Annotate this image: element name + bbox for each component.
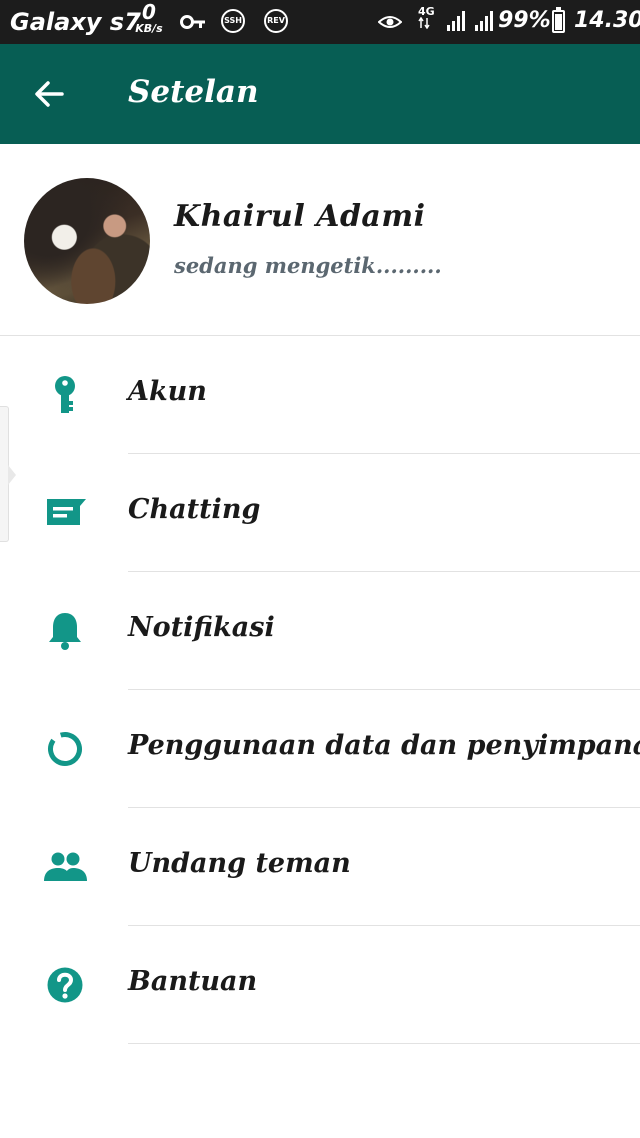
key-icon (55, 376, 75, 413)
back-button[interactable] (22, 72, 78, 118)
menu-label-notifikasi: Notifikasi (128, 612, 275, 643)
signal-icon-2 (475, 11, 493, 31)
toolbar: Setelan (0, 44, 640, 144)
chat-icon (47, 499, 86, 525)
data-arrows-icon (418, 16, 430, 30)
menu-item-undang-teman[interactable]: Undang teman (0, 808, 640, 926)
menu-item-notifikasi[interactable]: Notifikasi (0, 572, 640, 690)
avatar[interactable] (24, 178, 150, 304)
bell-icon (49, 613, 81, 650)
network-speed-unit: KB/s (135, 22, 163, 35)
menu-label-chatting: Chatting (128, 494, 261, 525)
network-speed-value: 0 (142, 0, 156, 24)
menu-label-undang-teman: Undang teman (128, 848, 351, 879)
battery-percent: 99% (498, 8, 551, 33)
arrow-left-icon (35, 81, 64, 107)
ssh-icon: SSH (221, 9, 245, 33)
menu-label-bantuan: Bantuan (128, 966, 258, 997)
battery-icon (552, 7, 565, 33)
signal-icon (447, 11, 465, 31)
divider (128, 1043, 640, 1044)
edge-panel-handle[interactable] (0, 406, 16, 542)
profile-status: sedang mengetik......... (174, 253, 442, 278)
status-bar: Galaxy s7 0 KB/s SSH REV 4G 99% 14.30 (0, 0, 640, 44)
network-type: 4G (418, 6, 435, 31)
rev-icon: REV (264, 9, 288, 33)
menu-item-data-storage[interactable]: Penggunaan data dan penyimpanan (0, 690, 640, 808)
data-usage-icon (48, 732, 82, 766)
profile-name: Khairul Adami (174, 199, 426, 234)
network-speed: 0 KB/s (133, 2, 165, 34)
menu-label-akun: Akun (128, 376, 207, 407)
device-name: Galaxy s7 (10, 8, 141, 36)
page-title: Setelan (128, 74, 259, 110)
menu-item-chatting[interactable]: Chatting (0, 454, 640, 572)
help-icon (47, 967, 83, 1003)
profile-row[interactable]: Khairul Adami sedang mengetik......... (0, 144, 640, 336)
clock: 14.30 (574, 8, 640, 33)
eye-icon (378, 16, 402, 28)
menu-label-data-storage: Penggunaan data dan penyimpanan (128, 730, 640, 761)
key-icon (180, 15, 205, 29)
menu-item-bantuan[interactable]: Bantuan (0, 926, 640, 1044)
people-icon (44, 852, 87, 881)
menu-item-akun[interactable]: Akun (0, 336, 640, 454)
